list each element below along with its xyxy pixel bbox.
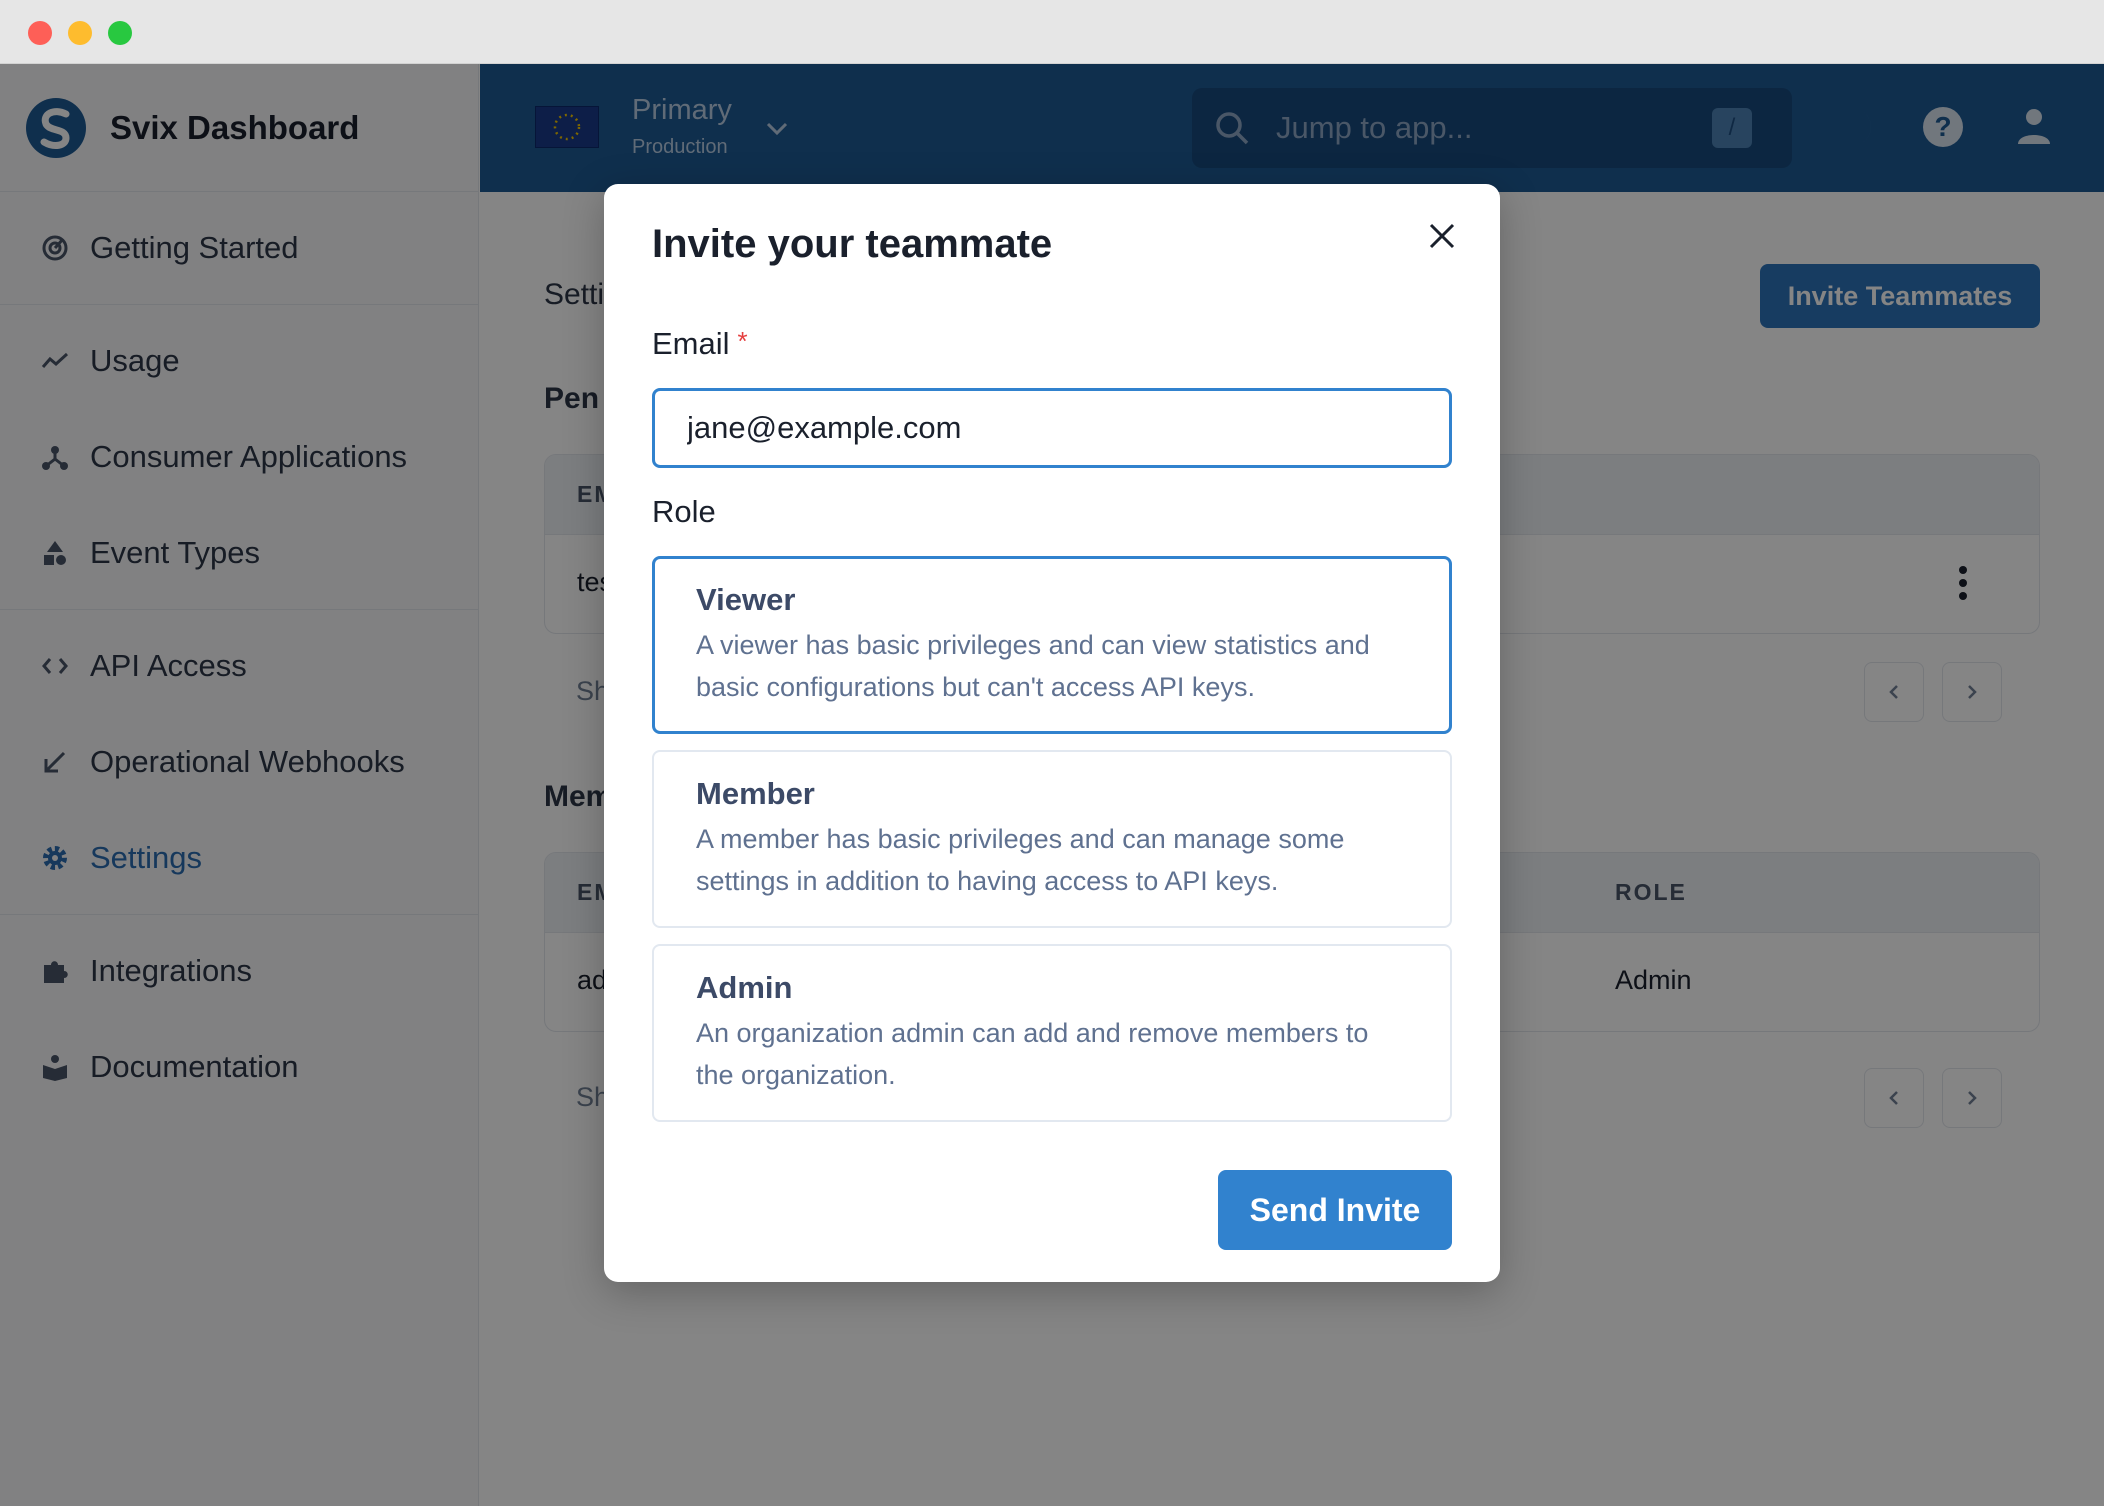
- role-description: A viewer has basic privileges and can vi…: [696, 630, 1370, 702]
- email-label-text: Email: [652, 326, 730, 361]
- role-name: Member: [696, 776, 815, 811]
- role-description: A member has basic privileges and can ma…: [696, 824, 1345, 896]
- role-option-viewer[interactable]: Viewer A viewer has basic privileges and…: [652, 556, 1452, 734]
- required-indicator: *: [737, 326, 748, 356]
- send-invite-button[interactable]: Send Invite: [1218, 1170, 1452, 1250]
- maximize-window-button[interactable]: [108, 21, 132, 45]
- close-dialog-button[interactable]: [1420, 214, 1464, 258]
- role-label: Role: [652, 494, 716, 529]
- close-icon: [1429, 223, 1455, 249]
- role-description: An organization admin can add and remove…: [696, 1018, 1369, 1090]
- role-name: Viewer: [696, 582, 796, 617]
- dialog-title: Invite your teammate: [652, 222, 1053, 266]
- email-field[interactable]: [652, 388, 1452, 468]
- role-option-member[interactable]: Member A member has basic privileges and…: [652, 750, 1452, 928]
- email-label: Email *: [652, 326, 748, 362]
- role-option-admin[interactable]: Admin An organization admin can add and …: [652, 944, 1452, 1122]
- minimize-window-button[interactable]: [68, 21, 92, 45]
- invite-teammate-dialog: Invite your teammate Email* Role Viewer …: [604, 184, 1500, 1282]
- close-window-button[interactable]: [28, 21, 52, 45]
- window-titlebar: [0, 0, 2104, 64]
- role-name: Admin: [696, 970, 793, 1005]
